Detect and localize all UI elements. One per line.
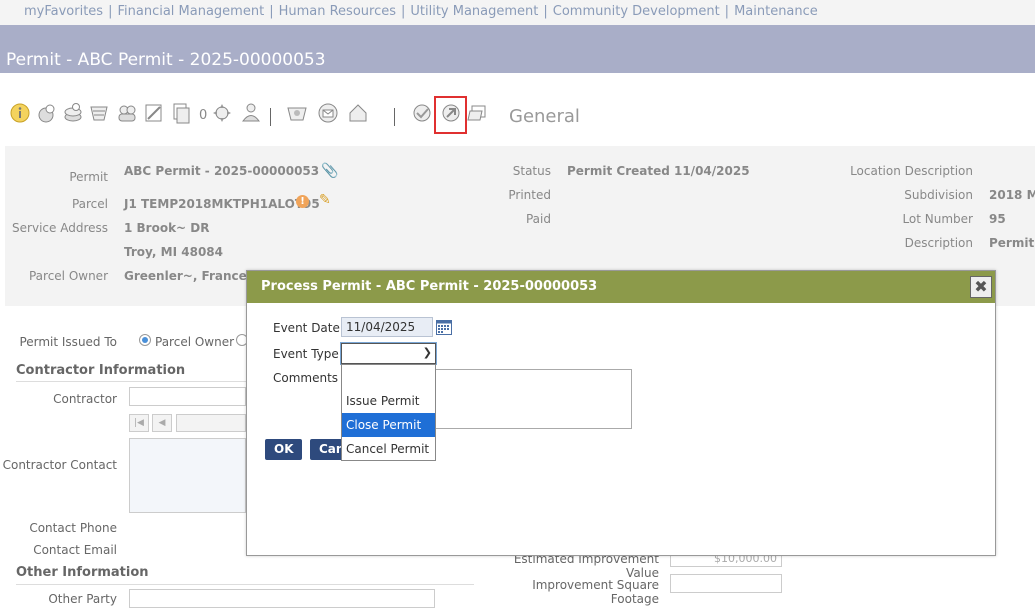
event-type-option-issue-permit[interactable]: Issue Permit: [342, 389, 435, 413]
event-type-option-blank[interactable]: [342, 365, 435, 389]
toolbar-divider: [394, 108, 395, 126]
chevron-down-icon: ❯: [422, 346, 432, 359]
toolbar-divider: [270, 108, 271, 126]
related-icon[interactable]: [240, 102, 262, 124]
nav-utility-management[interactable]: Utility Management: [410, 4, 538, 19]
toolbar: 0 General: [0, 96, 1035, 134]
nav-community-development[interactable]: Community Development: [553, 4, 720, 19]
other-info-heading: Other Information: [16, 565, 149, 580]
contractor-label: Contractor: [53, 392, 117, 406]
nav-maintenance[interactable]: Maintenance: [734, 4, 818, 19]
nav-separator: |: [269, 4, 274, 19]
info-icon[interactable]: [9, 102, 31, 124]
pager-field: [176, 414, 246, 432]
other-party-input[interactable]: [129, 589, 435, 608]
cancel-button[interactable]: Cancel: [310, 439, 344, 460]
improvement-sqft-label: Improvement Square Footage: [532, 578, 659, 606]
documents-icon[interactable]: [170, 102, 192, 124]
contractors-icon[interactable]: [116, 102, 138, 124]
subdivision-label: Subdivision: [904, 188, 973, 202]
dialog-title: Process Permit - ABC Permit - 2025-00000…: [247, 271, 995, 303]
event-type-label: Event Type: [273, 347, 339, 361]
process-permit-dialog: Process Permit - ABC Permit - 2025-00000…: [246, 270, 996, 556]
event-type-select[interactable]: ❯: [340, 342, 437, 365]
home-icon[interactable]: [347, 102, 369, 124]
inspection-icon[interactable]: [36, 102, 58, 124]
lot-number-label: Lot Number: [902, 212, 973, 226]
event-date-label: Event Date: [273, 321, 340, 335]
printed-label: Printed: [508, 188, 551, 202]
warning-icon[interactable]: !: [296, 195, 309, 208]
status-value: Permit Created 11/04/2025: [567, 164, 750, 178]
nav-separator: |: [724, 4, 730, 19]
contact-email-label: Contact Email: [33, 543, 117, 557]
service-address-line2: Troy, MI 48084: [124, 245, 223, 259]
contractor-input[interactable]: [129, 387, 246, 406]
fees-icon[interactable]: [62, 102, 84, 124]
page-title: Permit - ABC Permit - 2025-00000053: [0, 25, 1035, 73]
permit-label: Permit: [69, 170, 108, 184]
other-party-label: Other Party: [48, 592, 117, 606]
subdivision-value: 2018 Ma: [989, 188, 1035, 202]
lot-number-value: 95: [989, 212, 1006, 226]
parcel-value[interactable]: J1 TEMP2018MKTPH1ALOT95: [124, 197, 320, 211]
print-icon[interactable]: [286, 102, 308, 124]
notes-icon[interactable]: [143, 102, 165, 124]
divider: [16, 381, 246, 382]
workflow-icon[interactable]: [411, 102, 433, 124]
conditions-icon[interactable]: [211, 102, 233, 124]
parcel-owner-radio-label: Parcel Owner: [155, 335, 235, 349]
estimated-improvement-label: Estimated Improvement Value: [513, 552, 659, 580]
copy-icon[interactable]: [467, 102, 489, 124]
contractor-info-heading: Contractor Information: [16, 363, 186, 378]
paid-label: Paid: [525, 212, 551, 226]
event-type-selected-value: [342, 355, 350, 359]
nav-separator: |: [400, 4, 406, 19]
nav-separator: |: [543, 4, 548, 19]
permit-issued-to-label: Permit Issued To: [19, 335, 117, 349]
ok-button[interactable]: OK: [265, 439, 302, 460]
contact-phone-label: Contact Phone: [29, 521, 117, 535]
prev-page-button[interactable]: ◀: [152, 414, 172, 432]
nav-human-resources[interactable]: Human Resources: [279, 4, 396, 19]
bonds-icon[interactable]: [88, 102, 110, 124]
top-navigation: myFavorites | Financial Management | Human R…: [0, 0, 1035, 25]
event-type-dropdown: Issue Permit Close Permit Cancel Permit: [341, 364, 436, 461]
attachment-icon[interactable]: 📎: [321, 163, 338, 179]
description-value: Permit A: [989, 236, 1035, 250]
email-icon[interactable]: [317, 102, 339, 124]
process-permit-icon[interactable]: [440, 102, 462, 124]
divider: [16, 584, 474, 585]
documents-count: 0: [199, 108, 208, 123]
contractor-contact-box[interactable]: [129, 438, 246, 513]
permit-value: ABC Permit - 2025-00000053: [124, 164, 320, 178]
close-icon[interactable]: ✖: [970, 276, 992, 298]
nav-financial-management[interactable]: Financial Management: [117, 4, 264, 19]
first-page-button[interactable]: |◀: [129, 414, 149, 432]
description-label: Description: [904, 236, 973, 250]
event-type-option-close-permit[interactable]: Close Permit: [342, 413, 435, 437]
improvement-sqft-input[interactable]: [670, 574, 782, 593]
edit-pencil-icon[interactable]: ✎: [319, 192, 331, 208]
event-date-input[interactable]: 11/04/2025: [341, 317, 433, 337]
parcel-owner-label: Parcel Owner: [28, 269, 108, 283]
service-address-label: Service Address: [12, 221, 108, 235]
event-type-option-cancel-permit[interactable]: Cancel Permit: [342, 437, 435, 461]
nav-separator: |: [108, 4, 113, 19]
nav-my-favorites[interactable]: myFavorites: [24, 4, 103, 19]
comments-label: Comments: [273, 371, 339, 385]
service-address-line1: 1 Brook~ DR: [124, 221, 210, 235]
status-label: Status: [512, 164, 551, 178]
contractor-contact-label: Contractor Contact: [2, 458, 117, 472]
parcel-label: Parcel: [71, 197, 108, 211]
calendar-icon[interactable]: [436, 320, 452, 335]
parcel-owner-radio[interactable]: [139, 334, 151, 346]
section-tab-general[interactable]: General: [509, 106, 580, 127]
location-description-label: Location Description: [850, 164, 973, 178]
